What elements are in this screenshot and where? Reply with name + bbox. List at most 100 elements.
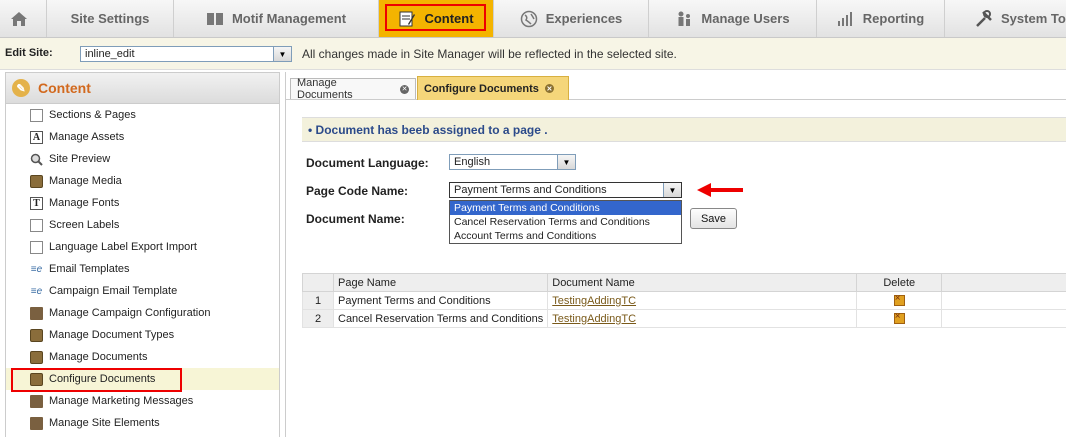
status-message: • Document has beeb assigned to a page . [302, 117, 1066, 142]
document-icon [30, 416, 43, 430]
document-link[interactable]: TestingAddingTC [552, 295, 636, 307]
sidebar-item-label: Manage Media [49, 175, 122, 187]
email-template-icon: ≡e [30, 263, 43, 275]
tools-icon [975, 9, 993, 28]
nav-reporting[interactable]: Reporting [817, 0, 945, 37]
dropdown-option[interactable]: Payment Terms and Conditions [450, 201, 681, 215]
document-link[interactable]: TestingAddingTC [552, 313, 636, 325]
content-icon: ✎ [12, 79, 30, 97]
main-panel: Manage Documents ✕ Configure Documents ✕… [285, 72, 1066, 437]
globe-icon [520, 10, 538, 28]
users-icon [675, 10, 693, 28]
close-icon[interactable]: ✕ [544, 84, 554, 93]
column-header [302, 273, 334, 292]
nav-label: Reporting [862, 11, 925, 26]
sidebar-item-screen-labels[interactable]: Screen Labels [6, 214, 279, 236]
sidebar-item-manage-campaign-configuration[interactable]: Manage Campaign Configuration [6, 302, 279, 324]
row-number: 1 [302, 291, 334, 310]
document-name-label: Document Name: [306, 212, 405, 226]
sidebar-item-label: Campaign Email Template [49, 285, 178, 297]
highlight-box [385, 4, 486, 31]
sidebar-item-manage-assets[interactable]: A Manage Assets [6, 126, 279, 148]
edit-site-select[interactable]: inline_edit ▼ [80, 46, 292, 62]
table-row: 1 Payment Terms and Conditions TestingAd… [302, 291, 1066, 310]
delete-icon[interactable] [893, 293, 905, 307]
sidebar-item-manage-documents[interactable]: Manage Documents [6, 346, 279, 368]
highlight-box [11, 368, 182, 392]
chevron-down-icon[interactable]: ▼ [557, 155, 575, 169]
nav-label: System To [1001, 11, 1066, 26]
close-icon[interactable]: ✕ [400, 84, 409, 94]
nav-motif-management[interactable]: Motif Management [174, 0, 379, 37]
sidebar-item-label: Manage Site Elements [49, 417, 160, 429]
sidebar-item-language-label-export-import[interactable]: Language Label Export Import [6, 236, 279, 258]
sidebar-item-label: Manage Campaign Configuration [49, 307, 211, 319]
edit-site-note: All changes made in Site Manager will be… [302, 47, 677, 61]
sidebar-item-label: Manage Assets [49, 131, 125, 143]
sidebar-item-label: Manage Documents [49, 351, 148, 363]
document-icon [30, 394, 43, 408]
sidebar-item-sections-pages[interactable]: Sections & Pages [6, 104, 279, 126]
media-icon [30, 174, 43, 188]
sidebar-item-email-templates[interactable]: ≡e Email Templates [6, 258, 279, 280]
tab-bar: Manage Documents ✕ Configure Documents ✕ [286, 72, 1066, 101]
sidebar-item-manage-media[interactable]: Manage Media [6, 170, 279, 192]
sidebar-item-label: Language Label Export Import [49, 241, 197, 253]
column-header-delete: Delete [856, 273, 943, 292]
sidebar-item-configure-documents[interactable]: Configure Documents [6, 368, 279, 392]
home-icon [10, 10, 28, 28]
page-name-cell: Payment Terms and Conditions [332, 291, 549, 310]
email-template-icon: ≡e [30, 285, 43, 297]
magnifier-icon [30, 153, 43, 166]
save-button[interactable]: Save [690, 208, 737, 229]
edit-site-value: inline_edit [85, 48, 135, 60]
column-header-document-name[interactable]: Document Name [547, 273, 858, 292]
sidebar-item-label: Manage Fonts [49, 197, 120, 209]
page-icon [30, 218, 43, 232]
sidebar-item-manage-document-types[interactable]: Manage Document Types [6, 324, 279, 346]
dropdown-option[interactable]: Account Terms and Conditions [450, 229, 681, 243]
tab-label: Manage Documents [297, 77, 353, 101]
sidebar-item-label: Site Preview [49, 153, 111, 165]
nav-experiences[interactable]: Experiences [494, 0, 649, 37]
book-icon [206, 10, 224, 28]
chevron-down-icon[interactable]: ▼ [273, 47, 291, 61]
document-language-select[interactable]: English ▼ [449, 154, 576, 170]
column-header-page-name[interactable]: Page Name [332, 273, 549, 292]
sidebar-item-manage-fonts[interactable]: T Manage Fonts [6, 192, 279, 214]
tab-label: Configure Documents [424, 82, 539, 95]
sidebar-item-site-preview[interactable]: Site Preview [6, 148, 279, 170]
tab-manage-documents[interactable]: Manage Documents ✕ [290, 77, 416, 101]
sidebar-item-manage-marketing-messages[interactable]: Manage Marketing Messages [6, 390, 279, 412]
row-number: 2 [302, 309, 334, 328]
dropdown-option[interactable]: Cancel Reservation Terms and Conditions [450, 215, 681, 229]
page-icon [30, 240, 43, 254]
sidebar-header: ✎ Content [6, 73, 279, 104]
page-code-name-select[interactable]: Payment Terms and Conditions ▼ [449, 182, 682, 198]
sidebar-item-label: Manage Document Types [49, 329, 175, 341]
chevron-down-icon[interactable]: ▼ [663, 183, 681, 197]
tab-configure-documents[interactable]: Configure Documents ✕ [417, 76, 569, 100]
delete-cell [856, 309, 943, 328]
column-header-filler [941, 273, 1066, 292]
document-icon [30, 306, 43, 320]
table-header-row: Page Name Document Name Delete [302, 273, 1066, 292]
nav-home[interactable] [0, 0, 47, 37]
delete-icon[interactable] [893, 311, 905, 325]
page-code-name-dropdown: Payment Terms and Conditions Cancel Rese… [449, 200, 682, 244]
page-name-cell: Cancel Reservation Terms and Conditions [332, 309, 549, 328]
nav-content[interactable]: Content [379, 0, 494, 37]
assets-icon: A [30, 130, 43, 144]
delete-cell [856, 291, 943, 310]
sidebar-item-label: Sections & Pages [49, 109, 136, 121]
nav-site-settings[interactable]: Site Settings [47, 0, 174, 37]
filler-cell [941, 291, 1066, 310]
document-icon [30, 350, 43, 364]
document-name-cell: TestingAddingTC [547, 309, 858, 328]
sidebar-item-manage-site-elements[interactable]: Manage Site Elements [6, 412, 279, 434]
nav-manage-users[interactable]: Manage Users [649, 0, 817, 37]
page-code-name-label: Page Code Name: [306, 184, 409, 198]
sidebar-item-label: Screen Labels [49, 219, 120, 231]
sidebar-item-campaign-email-template[interactable]: ≡e Campaign Email Template [6, 280, 279, 302]
nav-system-tools[interactable]: System To [945, 0, 1066, 37]
